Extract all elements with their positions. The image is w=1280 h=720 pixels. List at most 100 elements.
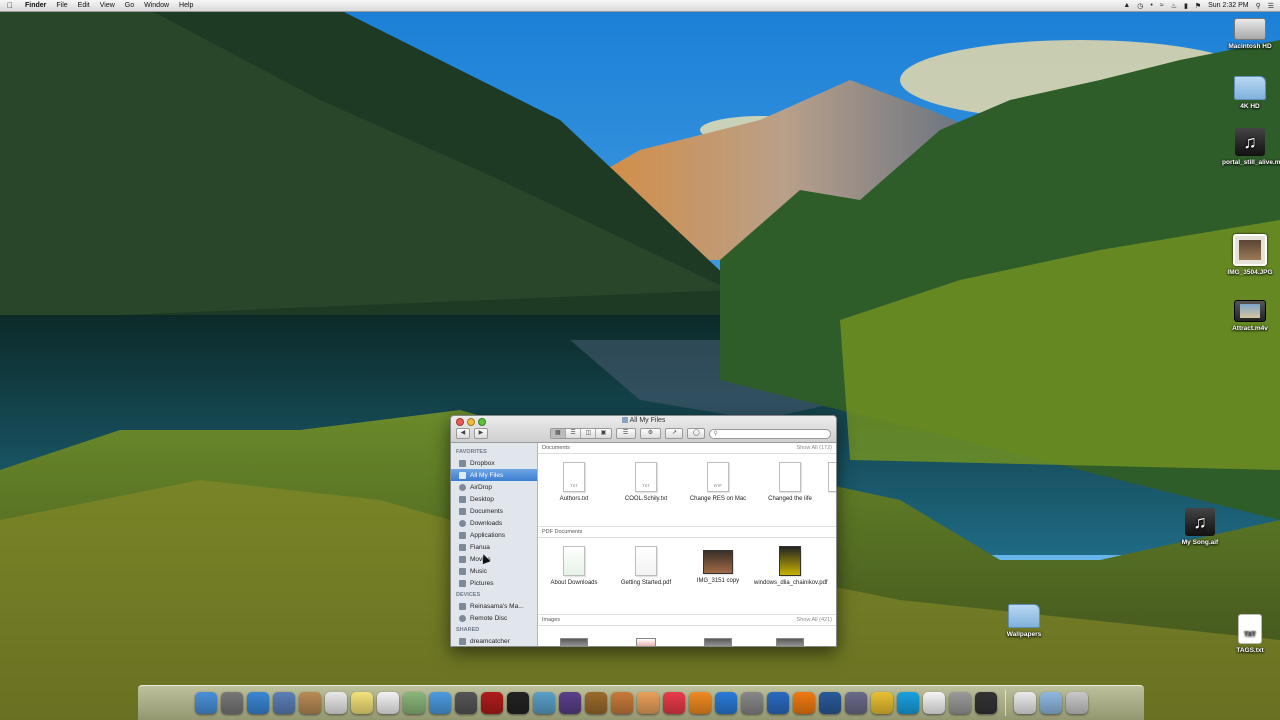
sidebar-item-all-my-files[interactable]: All My Files <box>451 469 537 481</box>
image-thumbnail[interactable] <box>754 638 826 646</box>
chrome-icon[interactable] <box>870 692 893 714</box>
sidebar-item-macbook[interactable]: Reinasama's Ma... <box>451 600 537 612</box>
sidebar-item-downloads[interactable]: Downloads <box>451 517 537 529</box>
sidebar-item-flanua[interactable]: Flanua <box>451 541 537 553</box>
imovie-icon[interactable] <box>558 692 581 714</box>
action-gear-icon[interactable]: ⚙ <box>639 428 662 439</box>
finder-titlebar[interactable]: All My Files ◀ ▶ ▦ ☰ ◫ ▣ ☰ ⚙ ↗ ◯ ⚲ <box>451 416 836 443</box>
document-icon[interactable] <box>922 692 945 714</box>
calendar-icon[interactable] <box>324 692 347 714</box>
downloads-stack-icon[interactable] <box>1013 692 1036 714</box>
sidebar-item-music[interactable]: Music <box>451 565 537 577</box>
file-item[interactable]: Changed the life <box>754 462 826 526</box>
file-item[interactable]: TXT COOL.Schily.txt <box>610 462 682 526</box>
notification-center-icon[interactable]: ☰ <box>1268 2 1274 10</box>
bluetooth-icon[interactable]: • <box>1150 2 1152 9</box>
desktop-icon-4k-hd[interactable]: 4K HD <box>1222 72 1278 110</box>
file-item[interactable]: RTF Change RES on Mac <box>682 462 754 526</box>
desktop-icon-portal-mp3[interactable]: ♫ portal_still_alive.mp3 <box>1222 128 1280 166</box>
desktop-icon-macintosh-hd[interactable]: Macintosh HD <box>1222 14 1278 50</box>
sidebar-item-remote-disc[interactable]: Remote Disc <box>451 612 537 624</box>
sidebar-item-pictures[interactable]: Pictures <box>451 577 537 589</box>
vlc-icon[interactable] <box>792 692 815 714</box>
show-all-button[interactable]: Show All (172) <box>797 445 832 451</box>
sidebar-item-applications[interactable]: Applications <box>451 529 537 541</box>
textedit-icon[interactable] <box>636 692 659 714</box>
messages-icon[interactable] <box>428 692 451 714</box>
menu-window[interactable]: Window <box>139 2 174 9</box>
system-info-icon[interactable] <box>948 692 971 714</box>
view-mode-buttons[interactable]: ▦ ☰ ◫ ▣ <box>549 428 612 439</box>
desktop-icon-wallpapers[interactable]: Wallpapers <box>996 600 1052 638</box>
forward-button[interactable]: ▶ <box>473 428 488 439</box>
icon-view-icon[interactable]: ▦ <box>550 429 566 438</box>
file-item[interactable]: windows_dlia_chainikov.pdf <box>754 546 828 614</box>
menu-help[interactable]: Help <box>174 2 198 9</box>
desktop-icon-img-3504[interactable]: IMG_3504.JPG <box>1222 234 1278 276</box>
desktop-icon-my-song[interactable]: ♫ My Song.aif <box>1172 508 1228 546</box>
sidebar-item-airdrop[interactable]: AirDrop <box>451 481 537 493</box>
garageband-icon[interactable] <box>584 692 607 714</box>
menu-edit[interactable]: Edit <box>73 2 95 9</box>
itunes-icon[interactable] <box>662 692 685 714</box>
ical-icon[interactable] <box>610 692 633 714</box>
screen-icon[interactable] <box>844 692 867 714</box>
share-icon[interactable]: ↗ <box>665 428 684 439</box>
apple-menu-icon[interactable]:  <box>0 1 20 10</box>
sidebar-item-desktop[interactable]: Desktop <box>451 493 537 505</box>
skype-icon[interactable] <box>896 692 919 714</box>
search-input[interactable]: ⚲ <box>709 428 832 439</box>
list-view-icon[interactable]: ☰ <box>566 429 582 438</box>
arrange-button[interactable]: ☰ <box>615 428 636 439</box>
dropbox-status-icon[interactable]: ▲ <box>1123 2 1130 9</box>
menu-file[interactable]: File <box>51 2 72 9</box>
menubar-clock[interactable]: Sun 2:32 PM <box>1208 2 1248 9</box>
image-thumbnail[interactable] <box>538 638 610 646</box>
safari-icon[interactable] <box>246 692 269 714</box>
file-item[interactable]: About Downloads <box>538 546 610 614</box>
desktop-icon-attract-m4v[interactable]: Attract.m4v <box>1222 296 1278 332</box>
back-button[interactable]: ◀ <box>456 428 470 439</box>
desktop-icon-tags-txt[interactable]: TXT TAGS.txt <box>1222 614 1278 654</box>
image-thumbnail[interactable] <box>682 638 754 646</box>
sidebar-item-dropbox[interactable]: Dropbox <box>451 457 537 469</box>
sidebar-item-dreamcatcher[interactable]: dreamcatcher <box>451 635 537 646</box>
show-all-button[interactable]: Show All (421) <box>797 617 832 623</box>
wifi-icon[interactable]: ≈ <box>1160 2 1164 9</box>
trash-icon[interactable] <box>1065 692 1088 714</box>
photos-icon[interactable] <box>402 692 425 714</box>
battery-icon[interactable]: ▮ <box>1184 2 1188 10</box>
clapper-icon[interactable] <box>974 692 997 714</box>
documents-folder-icon[interactable] <box>1039 692 1062 714</box>
column-view-icon[interactable]: ◫ <box>581 429 597 438</box>
volume-icon[interactable]: ♨ <box>1171 2 1177 10</box>
flag-input-icon[interactable]: ⚑ <box>1195 2 1201 10</box>
file-item[interactable]: Getting Started.pdf <box>610 546 682 614</box>
sidebar-item-movies[interactable]: Movies <box>451 553 537 565</box>
file-item[interactable]: IMG_3151 copy <box>682 546 754 614</box>
aperture-icon[interactable] <box>506 692 529 714</box>
file-item-partial[interactable] <box>826 462 836 526</box>
launchpad-icon[interactable] <box>220 692 243 714</box>
app-store-icon[interactable] <box>714 692 737 714</box>
spotlight-icon[interactable]: ⚲ <box>1256 2 1261 10</box>
file-item[interactable]: TXT Authors.txt <box>538 462 610 526</box>
preview-icon[interactable] <box>272 692 295 714</box>
ibooks-icon[interactable] <box>688 692 711 714</box>
time-machine-icon[interactable]: ◷ <box>1137 2 1143 10</box>
quicktime-icon[interactable] <box>818 692 841 714</box>
network-icon[interactable] <box>766 692 789 714</box>
coverflow-view-icon[interactable]: ▣ <box>596 429 610 438</box>
menu-go[interactable]: Go <box>120 2 139 9</box>
tags-icon[interactable]: ◯ <box>687 428 706 439</box>
finder-icon[interactable] <box>194 692 217 714</box>
preferences-icon[interactable] <box>740 692 763 714</box>
menu-app-finder[interactable]: Finder <box>20 2 51 9</box>
facetime-icon[interactable] <box>454 692 477 714</box>
menu-view[interactable]: View <box>95 2 120 9</box>
sidebar-item-documents[interactable]: Documents <box>451 505 537 517</box>
iphoto-icon[interactable] <box>532 692 555 714</box>
photo-booth-icon[interactable] <box>480 692 503 714</box>
reminders-icon[interactable] <box>376 692 399 714</box>
notes-icon[interactable] <box>350 692 373 714</box>
